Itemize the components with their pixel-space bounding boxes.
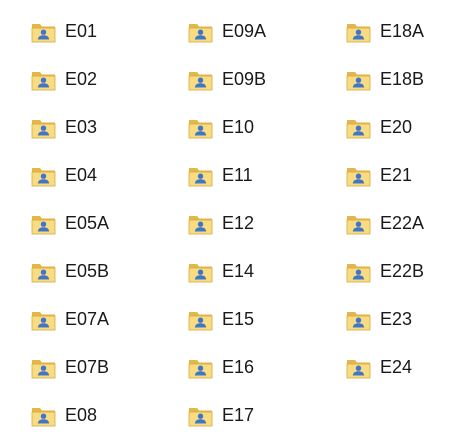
file-label: E08 [65,405,98,425]
user-folder-icon [31,359,56,378]
file-item[interactable]: E17 [187,391,345,439]
user-folder-icon [188,23,213,42]
file-label: E07A [65,309,110,329]
user-folder-icon [31,167,56,186]
file-item[interactable]: E15 [187,295,345,343]
file-label: E20 [380,117,413,137]
file-label: E22B [380,261,425,281]
file-item[interactable]: E11 [187,151,345,199]
file-item[interactable]: E21 [345,151,453,199]
file-label: E15 [222,309,255,329]
user-folder-icon [188,263,213,282]
file-item[interactable]: E01 [30,7,187,55]
file-list: E01 E02 E03 E04 E05A E05B E07A E07B E08 … [30,7,453,439]
file-item[interactable]: E18B [345,55,453,103]
file-label: E09B [222,69,267,89]
file-label: E22A [380,213,425,233]
file-item[interactable]: E02 [30,55,187,103]
file-label: E23 [380,309,413,329]
user-folder-icon [31,23,56,42]
file-label: E03 [65,117,98,137]
file-label: E14 [222,261,255,281]
file-item[interactable]: E03 [30,103,187,151]
file-item[interactable]: E16 [187,343,345,391]
file-label: E11 [222,165,253,185]
file-item[interactable]: E14 [187,247,345,295]
file-item[interactable]: E22B [345,247,453,295]
file-item[interactable]: E09A [187,7,345,55]
file-label: E24 [380,357,413,377]
file-item[interactable]: E12 [187,199,345,247]
file-label: E10 [222,117,255,137]
file-label: E12 [222,213,255,233]
file-item[interactable]: E07B [30,343,187,391]
file-label: E05A [65,213,110,233]
file-item[interactable]: E10 [187,103,345,151]
user-folder-icon [31,119,56,138]
user-folder-icon [346,167,371,186]
user-folder-icon [188,167,213,186]
file-item[interactable]: E08 [30,391,187,439]
file-item[interactable]: E20 [345,103,453,151]
user-folder-icon [31,71,56,90]
user-folder-icon [346,263,371,282]
file-item[interactable]: E05A [30,199,187,247]
user-folder-icon [188,71,213,90]
file-label: E04 [65,165,98,185]
file-label: E17 [222,405,255,425]
user-folder-icon [188,407,213,426]
file-label: E21 [380,165,413,185]
file-item[interactable]: E04 [30,151,187,199]
user-folder-icon [346,359,371,378]
file-item[interactable]: E22A [345,199,453,247]
file-item[interactable]: E23 [345,295,453,343]
file-label: E18B [380,69,425,89]
file-label: E02 [65,69,98,89]
user-folder-icon [188,359,213,378]
user-folder-icon [31,215,56,234]
user-folder-icon [188,311,213,330]
file-label: E01 [65,21,98,41]
file-item[interactable]: E24 [345,343,453,391]
file-label: E05B [65,261,110,281]
user-folder-icon [188,215,213,234]
user-folder-icon [31,263,56,282]
user-folder-icon [31,407,56,426]
file-label: E09A [222,21,267,41]
user-folder-icon [346,71,371,90]
file-item[interactable]: E07A [30,295,187,343]
file-item[interactable]: E18A [345,7,453,55]
user-folder-icon [31,311,56,330]
file-item[interactable]: E09B [187,55,345,103]
user-folder-icon [346,23,371,42]
user-folder-icon [346,119,371,138]
file-label: E18A [380,21,425,41]
file-label: E07B [65,357,110,377]
file-item[interactable]: E05B [30,247,187,295]
user-folder-icon [346,311,371,330]
user-folder-icon [346,215,371,234]
file-label: E16 [222,357,255,377]
user-folder-icon [188,119,213,138]
